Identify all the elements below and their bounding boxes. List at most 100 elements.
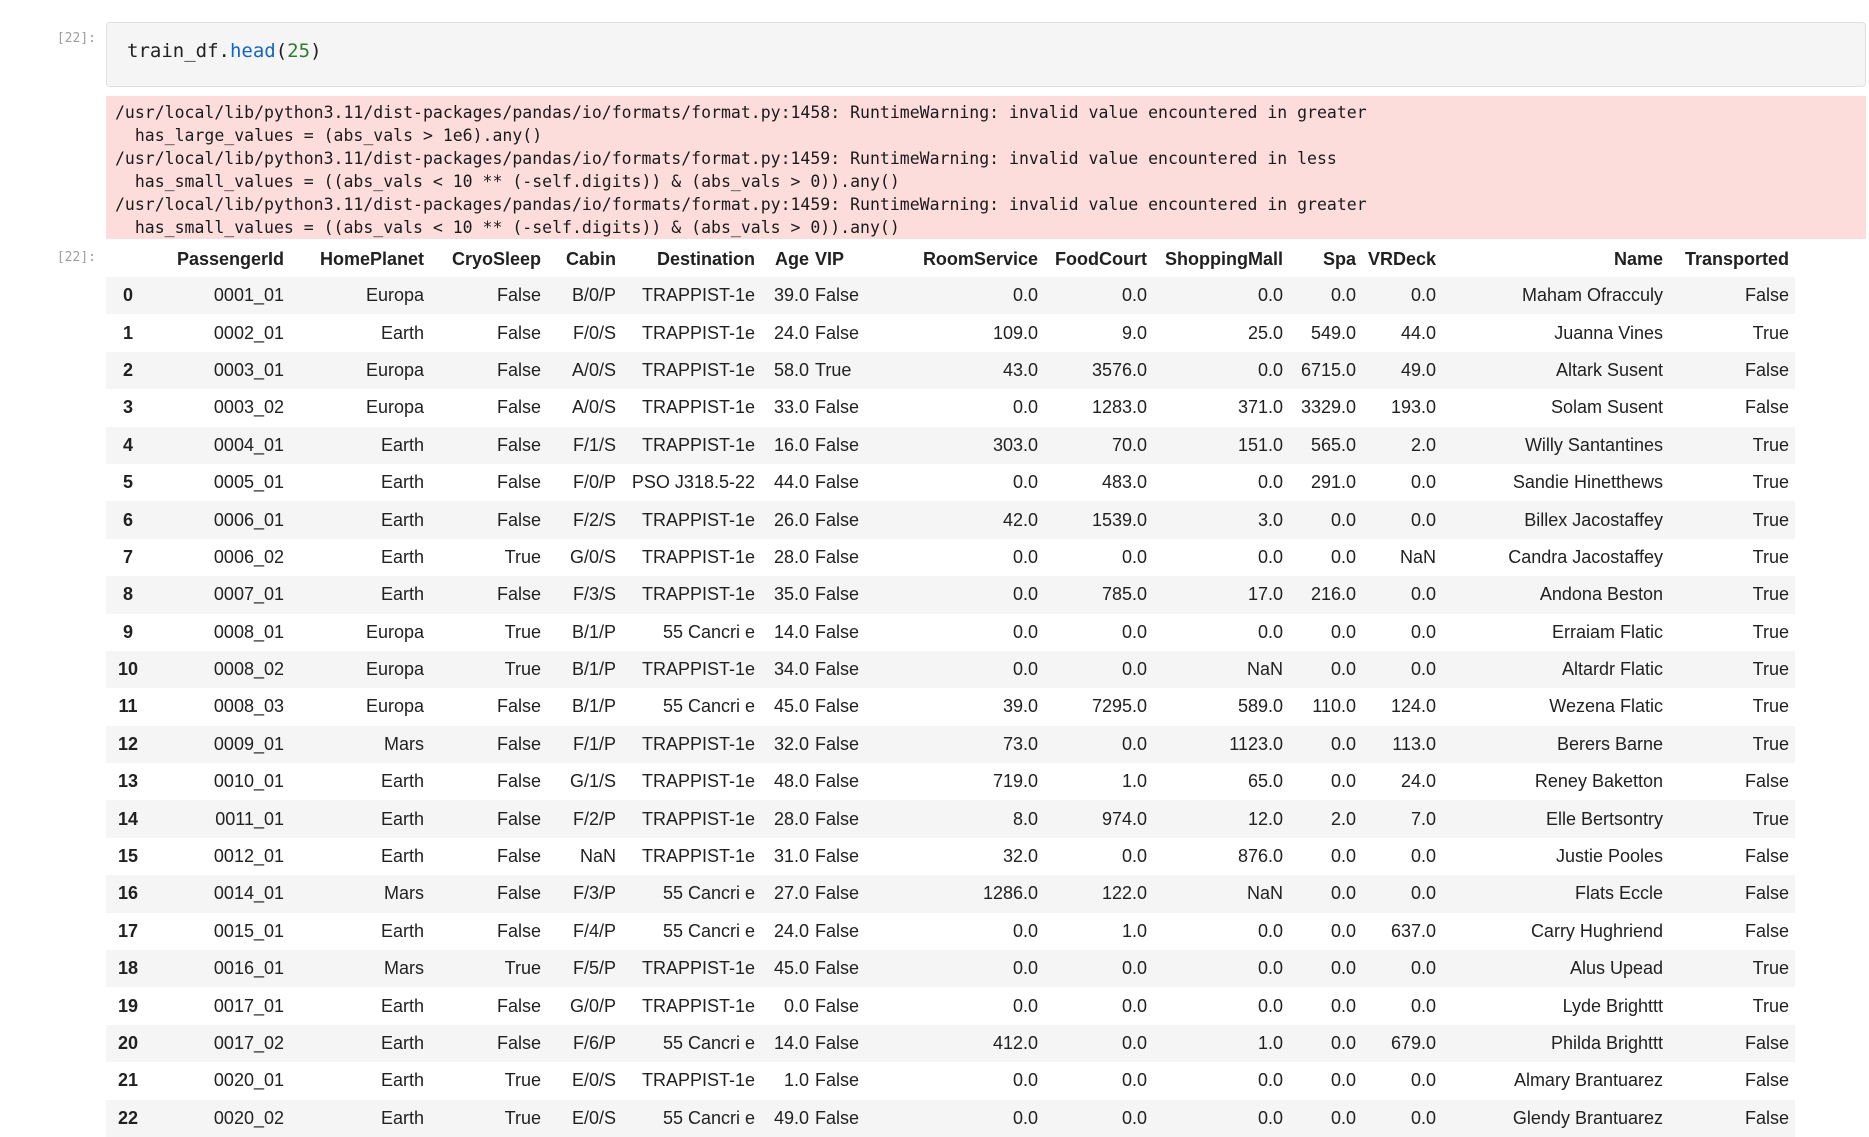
table-cell: G/1/S	[569, 771, 616, 792]
table-cell: True	[504, 546, 541, 567]
table-cell: 0.0	[1012, 995, 1038, 1016]
table-cell: True	[433, 650, 550, 689]
table-cell: True	[504, 1070, 541, 1091]
table-cell: Altardr Flatic	[1442, 650, 1670, 689]
table-cell: False	[815, 771, 860, 792]
table-cell: 0.0	[1153, 351, 1289, 390]
table-cell: F/1/S	[550, 426, 622, 464]
table-cell: False	[496, 322, 541, 343]
table-cell: 44.0	[773, 472, 809, 493]
column-header: Spa	[1322, 249, 1356, 269]
table-cell: TRAPPIST-1e	[641, 771, 755, 792]
table-cell: 12.0	[1153, 800, 1289, 838]
table-cell: TRAPPIST-1e	[641, 1070, 755, 1091]
table-cell: 0002_01	[213, 322, 284, 343]
table-cell: False	[433, 725, 550, 764]
output-prompt: [22]:	[56, 250, 96, 265]
table-cell: True	[1670, 576, 1795, 614]
column-header: Destination	[656, 249, 755, 269]
table-cell: Juanna Vines	[1554, 322, 1663, 343]
table-cell: 49.0	[1362, 351, 1442, 390]
table-cell: True	[815, 351, 876, 390]
table-cell: 1.0	[1153, 1024, 1289, 1063]
table-cell: 0.0	[1362, 650, 1442, 689]
table-cell: 0006_01	[150, 501, 290, 539]
table-cell: 3.0	[1153, 501, 1289, 539]
table-cell: 31.0	[773, 846, 809, 867]
table-cell: F/4/P	[572, 920, 616, 941]
table-cell: NaN	[1399, 546, 1436, 567]
table-cell: F/0/S	[572, 322, 616, 343]
table-cell: TRAPPIST-1e	[641, 995, 755, 1016]
table-cell: TRAPPIST-1e	[622, 351, 763, 390]
table-cell: Altark Susent	[1442, 351, 1670, 390]
table-cell: 55 Cancri e	[662, 621, 755, 642]
code-text[interactable]: train_df.head(25)	[127, 40, 322, 62]
table-cell: False	[496, 397, 541, 418]
table-cell: 35.0	[763, 576, 815, 614]
table-cell: 55 Cancri e	[622, 1024, 763, 1063]
table-cell: 0.0	[1289, 277, 1362, 315]
table-row: 3 0003_02 Europa False A/0/S TRAPPIST-1e 33.0 F…	[106, 389, 1795, 426]
row-index: 19	[117, 995, 139, 1016]
table-cell: 0.0	[1362, 501, 1442, 539]
code-cell-input[interactable]: train_df.head(25)	[106, 22, 1866, 87]
table-cell: 0.0	[1044, 1024, 1153, 1063]
table-cell: Glendy Brantuarez	[1442, 1099, 1670, 1137]
row-index: 17	[117, 920, 139, 941]
stderr-line: has_small_values = ((abs_vals < 10 ** (-…	[115, 218, 900, 237]
table-cell: 49.0	[763, 1099, 815, 1137]
table-cell: False	[496, 846, 541, 867]
table-cell: 151.0	[1153, 426, 1289, 464]
table-cell: 0.0	[876, 277, 1044, 315]
table-cell: 0007_01	[150, 576, 290, 614]
table-cell: False	[815, 800, 876, 838]
table-cell: Carry Hughriend	[1530, 920, 1663, 941]
table-cell: False	[433, 875, 550, 913]
table-cell: 24.0	[773, 322, 809, 343]
table-cell: 0012_01	[213, 846, 284, 867]
row-index: 11	[118, 696, 138, 717]
table-cell: 0.0	[1121, 846, 1147, 867]
table-cell: False	[815, 472, 860, 493]
table-cell: 17.0	[1153, 576, 1289, 614]
table-cell: False	[433, 277, 550, 315]
table-cell: 371.0	[1237, 397, 1283, 418]
table-cell: 0.0	[1121, 621, 1147, 642]
table-cell: Earth	[380, 920, 424, 941]
table-row: 21 0020_01 Earth True E/0/S TRAPPIST-1e 1.0 Fal…	[106, 1062, 1795, 1099]
table-cell: 1123.0	[1153, 725, 1289, 764]
table-cell: Mars	[290, 950, 433, 988]
table-cell: 0.0	[1410, 472, 1436, 493]
table-cell: 24.0	[773, 920, 809, 941]
table-row: 22 0020_02 Earth True E/0/S 55 Cancri e 49.0 Fa…	[106, 1099, 1795, 1137]
column-header: Cabin	[565, 249, 616, 269]
table-cell: 0.0	[1012, 546, 1038, 567]
table-cell: 0.0	[1121, 995, 1147, 1016]
table-cell: 124.0	[1390, 696, 1436, 717]
table-cell: 0.0	[1153, 277, 1289, 315]
table-row: 4 0004_01 Earth False F/1/S TRAPPIST-1e 16.0 Fa…	[106, 426, 1795, 464]
table-cell: B/1/P	[571, 621, 616, 642]
code-paren-close: )	[310, 40, 322, 62]
table-cell: G/0/P	[569, 995, 616, 1016]
table-cell: False	[815, 696, 860, 717]
table-cell: 0.0	[1289, 650, 1362, 689]
table-cell: 0.0	[1257, 472, 1283, 493]
table-cell: 1.0	[1121, 771, 1147, 792]
table-cell: 28.0	[773, 546, 809, 567]
table-row: 6 0006_01 Earth False F/2/S TRAPPIST-1e 26.0 Fa…	[106, 501, 1795, 539]
table-cell: 0.0	[1289, 1099, 1362, 1137]
table-cell: 58.0	[763, 351, 815, 390]
table-cell: False	[815, 1070, 860, 1091]
table-cell: Andona Beston	[1442, 576, 1670, 614]
table-cell: TRAPPIST-1e	[622, 800, 763, 838]
table-cell: 0.0	[1362, 1099, 1442, 1137]
table-cell: 0.0	[1410, 846, 1436, 867]
table-cell: Lyde Brighttt	[1562, 995, 1663, 1016]
table-cell: B/1/P	[571, 696, 616, 717]
table-cell: 34.0	[763, 650, 815, 689]
table-cell: 483.0	[1101, 472, 1147, 493]
column-header: Age	[774, 249, 809, 269]
table-cell: 55 Cancri e	[622, 1099, 763, 1137]
